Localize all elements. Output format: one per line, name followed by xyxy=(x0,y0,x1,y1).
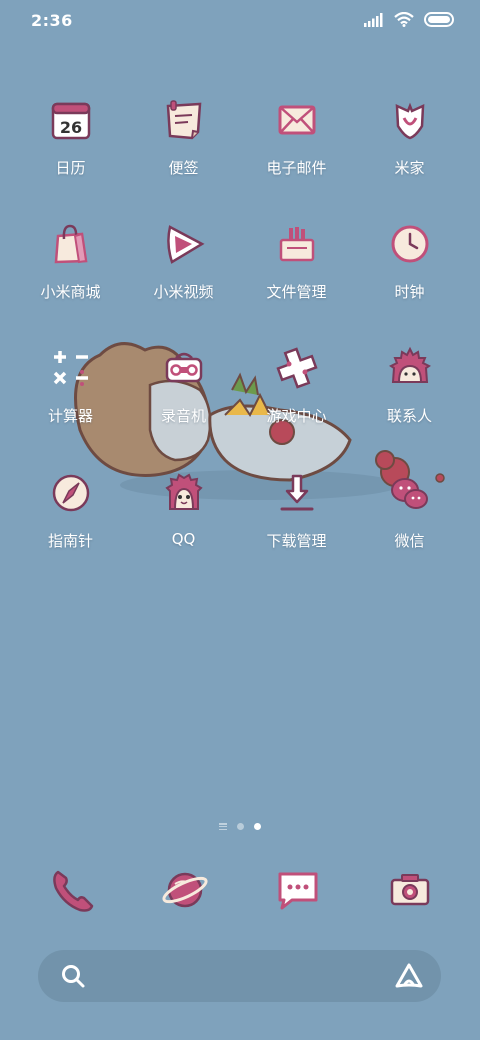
assistant-icon[interactable] xyxy=(395,962,423,990)
app-mi-video[interactable]: 小米视频 xyxy=(127,214,240,324)
dock-phone[interactable] xyxy=(42,860,102,920)
dock-messages[interactable] xyxy=(268,860,328,920)
app-download-manager[interactable]: 下载管理 xyxy=(240,463,353,573)
wechat-icon xyxy=(385,468,435,518)
app-label: 下载管理 xyxy=(266,532,327,550)
email-icon xyxy=(272,95,322,145)
app-label: 时钟 xyxy=(394,283,425,301)
page-dot-active xyxy=(254,823,261,830)
app-label: 日历 xyxy=(55,159,86,177)
calendar-date: 26 xyxy=(59,118,81,137)
dock-browser[interactable] xyxy=(155,860,215,920)
app-mi-store[interactable]: 小米商城 xyxy=(14,214,127,324)
status-icons xyxy=(364,12,454,27)
recorder-icon xyxy=(159,343,209,393)
app-label: 电子邮件 xyxy=(266,159,327,177)
qq-icon xyxy=(159,468,209,518)
compass-icon xyxy=(46,468,96,518)
mijia-icon xyxy=(385,95,435,145)
page-indicator-feed xyxy=(219,823,227,830)
app-calculator[interactable]: 计算器 xyxy=(14,338,127,448)
page-indicator[interactable] xyxy=(0,823,480,830)
app-label: 微信 xyxy=(394,532,425,550)
app-label: 指南针 xyxy=(47,532,93,550)
app-compass[interactable]: 指南针 xyxy=(14,463,127,573)
shopping-bag-icon xyxy=(46,219,96,269)
app-label: 录音机 xyxy=(160,407,206,425)
signal-icon xyxy=(364,12,383,27)
app-label: 游戏中心 xyxy=(266,407,327,425)
phone-icon xyxy=(53,870,94,912)
app-label: 便签 xyxy=(168,159,199,177)
messages-icon xyxy=(278,872,318,910)
app-game-center[interactable]: 游戏中心 xyxy=(240,338,353,448)
app-notes[interactable]: 便签 xyxy=(127,90,240,200)
app-label: 小米商城 xyxy=(40,283,101,301)
download-icon xyxy=(272,468,322,518)
status-time: 2:36 xyxy=(31,11,73,30)
camera-icon xyxy=(390,874,430,906)
page-dot xyxy=(237,823,244,830)
app-email[interactable]: 电子邮件 xyxy=(240,90,353,200)
dock-camera[interactable] xyxy=(380,860,440,920)
search-icon[interactable] xyxy=(60,963,86,989)
notes-icon xyxy=(159,95,209,145)
folder-icon xyxy=(272,219,322,269)
app-qq[interactable]: QQ xyxy=(127,463,240,573)
search-bar[interactable] xyxy=(38,950,441,1002)
app-label: QQ xyxy=(171,530,196,548)
browser-planet-icon xyxy=(162,872,208,908)
dock xyxy=(0,860,480,920)
app-wechat[interactable]: 微信 xyxy=(353,463,466,573)
app-file-manager[interactable]: 文件管理 xyxy=(240,214,353,324)
app-calendar[interactable]: 26 日历 xyxy=(14,90,127,200)
app-label: 米家 xyxy=(394,159,425,177)
calculator-icon xyxy=(46,343,96,393)
battery-icon xyxy=(424,12,454,27)
app-label: 计算器 xyxy=(47,407,93,425)
app-label: 文件管理 xyxy=(266,283,327,301)
app-mijia[interactable]: 米家 xyxy=(353,90,466,200)
wifi-icon xyxy=(394,12,414,27)
video-play-icon xyxy=(159,219,209,269)
status-bar: 2:36 xyxy=(0,0,480,44)
app-recorder[interactable]: 录音机 xyxy=(127,338,240,448)
app-clock[interactable]: 时钟 xyxy=(353,214,466,324)
app-contacts[interactable]: 联系人 xyxy=(353,338,466,448)
app-label: 联系人 xyxy=(386,407,432,425)
app-label: 小米视频 xyxy=(153,283,214,301)
calendar-icon: 26 xyxy=(46,95,96,145)
clock-icon xyxy=(385,219,435,269)
hedgehog-contacts-icon xyxy=(385,343,435,393)
game-pad-icon xyxy=(272,343,322,393)
